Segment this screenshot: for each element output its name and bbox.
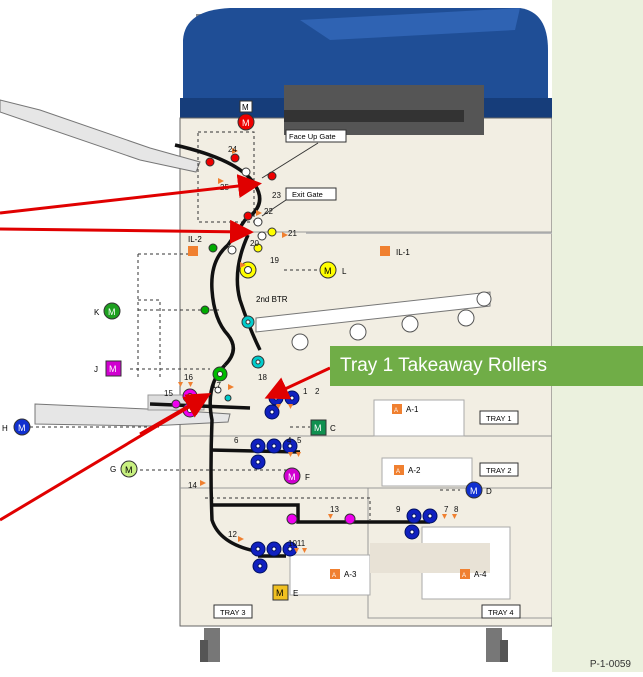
tray-1-label: TRAY 1 bbox=[486, 414, 512, 423]
svg-text:23: 23 bbox=[272, 191, 281, 200]
svg-text:15: 15 bbox=[164, 389, 173, 398]
svg-text:M: M bbox=[125, 465, 133, 475]
svg-text:IL-1: IL-1 bbox=[396, 248, 410, 257]
svg-text:M: M bbox=[324, 266, 332, 276]
callout-tray1-takeaway: Tray 1 Takeaway Rollers bbox=[330, 346, 643, 386]
svg-text:Face Up Gate: Face Up Gate bbox=[289, 132, 336, 141]
switch-a2: A A-2 bbox=[394, 465, 421, 475]
svg-text:2: 2 bbox=[315, 387, 320, 396]
svg-text:G: G bbox=[110, 465, 116, 474]
svg-text:1011: 1011 bbox=[288, 539, 306, 548]
btr-label: 2nd BTR bbox=[256, 295, 288, 304]
svg-text:A-2: A-2 bbox=[408, 466, 421, 475]
svg-text:22: 22 bbox=[264, 207, 273, 216]
notes-panel bbox=[552, 0, 643, 672]
svg-text:H: H bbox=[2, 424, 8, 433]
svg-text:14: 14 bbox=[188, 481, 197, 490]
exit-gate-box: Exit Gate bbox=[285, 187, 337, 201]
motor-g: G M bbox=[110, 460, 138, 478]
svg-text:M: M bbox=[276, 588, 284, 598]
svg-text:A: A bbox=[396, 469, 400, 475]
paper-path-diagram: Face Up Gate Exit Gate 2nd BTR M M K M J… bbox=[0, 0, 643, 672]
face-up-gate-box: Face Up Gate bbox=[285, 129, 347, 143]
figure-id: P-1-0059 bbox=[589, 659, 631, 670]
svg-text:5: 5 bbox=[297, 436, 302, 445]
svg-text:9: 9 bbox=[396, 505, 401, 514]
svg-text:16: 16 bbox=[184, 373, 193, 382]
svg-text:A-1: A-1 bbox=[406, 405, 419, 414]
svg-text:19: 19 bbox=[270, 256, 279, 265]
svg-text:D: D bbox=[486, 487, 492, 496]
svg-text:M: M bbox=[109, 364, 117, 374]
svg-text:F: F bbox=[305, 473, 310, 482]
svg-text:Exit Gate: Exit Gate bbox=[292, 190, 323, 199]
svg-text:12: 12 bbox=[228, 530, 237, 539]
svg-text:21: 21 bbox=[288, 229, 297, 238]
svg-text:A: A bbox=[462, 573, 466, 579]
svg-text:8: 8 bbox=[454, 505, 459, 514]
motor-k: K M bbox=[94, 302, 121, 320]
svg-text:M: M bbox=[314, 423, 322, 433]
tray-2-label: TRAY 2 bbox=[486, 466, 512, 475]
svg-text:4: 4 bbox=[287, 436, 292, 445]
svg-text:7: 7 bbox=[444, 505, 449, 514]
svg-text:A-3: A-3 bbox=[344, 570, 357, 579]
face-up-tray bbox=[0, 99, 201, 173]
printer-feet bbox=[200, 628, 508, 662]
svg-text:L: L bbox=[342, 267, 347, 276]
svg-text:18: 18 bbox=[258, 373, 267, 382]
svg-text:K: K bbox=[94, 308, 100, 317]
motor-j: J M bbox=[94, 360, 122, 377]
svg-text:1: 1 bbox=[303, 387, 308, 396]
svg-text:M: M bbox=[108, 307, 116, 317]
svg-text:A: A bbox=[332, 573, 336, 579]
svg-text:A-4: A-4 bbox=[474, 570, 487, 579]
svg-text:M: M bbox=[288, 472, 296, 482]
svg-text:M: M bbox=[242, 103, 249, 112]
svg-text:17: 17 bbox=[212, 381, 221, 390]
svg-text:13: 13 bbox=[330, 505, 339, 514]
svg-text:6: 6 bbox=[234, 436, 239, 445]
svg-text:E: E bbox=[293, 589, 298, 598]
svg-text:24: 24 bbox=[228, 145, 237, 154]
motor-h: H M bbox=[2, 418, 31, 436]
svg-text:M: M bbox=[242, 118, 250, 128]
svg-text:A: A bbox=[394, 408, 398, 414]
svg-text:20: 20 bbox=[250, 239, 259, 248]
tray-3-label: TRAY 3 bbox=[220, 608, 246, 617]
svg-text:C: C bbox=[330, 424, 336, 433]
switch-a1: A A-1 bbox=[392, 404, 419, 414]
svg-text:J: J bbox=[94, 365, 98, 374]
svg-text:IL-2: IL-2 bbox=[188, 235, 202, 244]
svg-text:M: M bbox=[18, 423, 26, 433]
switch-a4: A A-4 bbox=[460, 569, 487, 579]
svg-text:M: M bbox=[470, 486, 478, 496]
printer-diagram: Face Up Gate Exit Gate 2nd BTR M M K M J… bbox=[0, 8, 553, 662]
switch-a3: A A-3 bbox=[330, 569, 357, 579]
interlock-il1: IL-1 bbox=[380, 246, 410, 257]
tray-4-label: TRAY 4 bbox=[488, 608, 514, 617]
